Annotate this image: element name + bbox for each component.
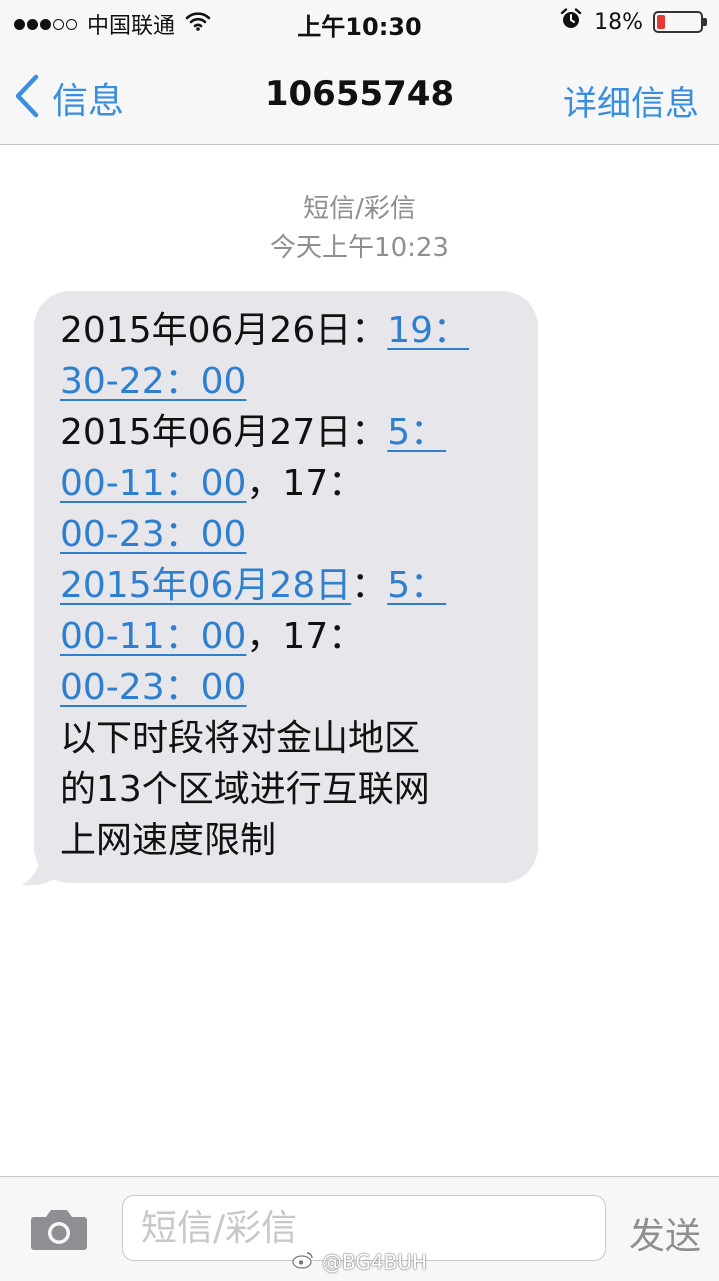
weibo-icon bbox=[292, 1250, 314, 1274]
message-text: 以下时段将对金山地区 bbox=[60, 718, 421, 759]
watermark-text: @BG4BUH bbox=[322, 1250, 427, 1274]
message-link[interactable]: 5： bbox=[387, 412, 446, 453]
message-line: 00-11：00，17： bbox=[60, 458, 514, 509]
message-link[interactable]: 30-22：00 bbox=[60, 361, 246, 402]
send-button[interactable]: 发送 bbox=[629, 1207, 701, 1259]
message-text: ，17： bbox=[246, 616, 365, 657]
message-line: 上网速度限制 bbox=[60, 815, 514, 866]
message-text: 的13个区域进行互联网 bbox=[60, 769, 430, 810]
message-link[interactable]: 5： bbox=[387, 565, 446, 606]
message-text: 2015年06月26日： bbox=[60, 310, 388, 351]
message-text: 2015年06月27日： bbox=[60, 412, 388, 453]
conversation-area[interactable]: 短信/彩信 今天上午10:23 2015年06月26日：19： 30-22：00 2… bbox=[0, 145, 719, 1175]
message-line: 00-23：00 bbox=[60, 509, 514, 560]
camera-icon[interactable] bbox=[30, 1207, 88, 1255]
message-timestamp: 今天上午10:23 bbox=[270, 233, 449, 263]
message-line: 00-23：00 bbox=[60, 662, 514, 713]
message-line: 的13个区域进行互联网 bbox=[60, 764, 514, 815]
message-line: 2015年06月26日：19： bbox=[60, 305, 514, 356]
alarm-icon bbox=[560, 8, 582, 36]
message-link[interactable]: 19： bbox=[387, 310, 469, 351]
message-type-label: 短信/彩信 bbox=[303, 194, 416, 224]
message-line: 2015年06月28日：5： bbox=[60, 560, 514, 611]
message-link[interactable]: 00-23：00 bbox=[60, 514, 246, 555]
battery-icon bbox=[653, 11, 707, 33]
message-text: 上网速度限制 bbox=[60, 820, 277, 861]
details-button[interactable]: 详细信息 bbox=[563, 76, 699, 125]
watermark: @BG4BUH bbox=[292, 1250, 427, 1274]
message-text: ： bbox=[351, 565, 388, 606]
message-line: 2015年06月27日：5： bbox=[60, 407, 514, 458]
message-text: ，17： bbox=[246, 463, 365, 504]
message-link[interactable]: 00-23：00 bbox=[60, 667, 246, 708]
incoming-message-bubble[interactable]: 2015年06月26日：19： 30-22：00 2015年06月27日：5： 00-… bbox=[34, 291, 538, 883]
status-right: 18% bbox=[560, 8, 707, 36]
battery-level-fill bbox=[657, 15, 665, 29]
message-line: 30-22：00 bbox=[60, 356, 514, 407]
nav-bar: 信息 10655748 详细信息 bbox=[0, 44, 719, 145]
message-line: 00-11：00，17： bbox=[60, 611, 514, 662]
message-link[interactable]: 00-11：00 bbox=[60, 616, 246, 657]
message-link[interactable]: 2015年06月28日 bbox=[60, 565, 351, 606]
status-bar: 中国联通 上午10:30 18% bbox=[0, 0, 719, 44]
battery-percent: 18% bbox=[594, 9, 643, 35]
message-line: 以下时段将对金山地区 bbox=[60, 713, 514, 764]
message-link[interactable]: 00-11：00 bbox=[60, 463, 246, 504]
